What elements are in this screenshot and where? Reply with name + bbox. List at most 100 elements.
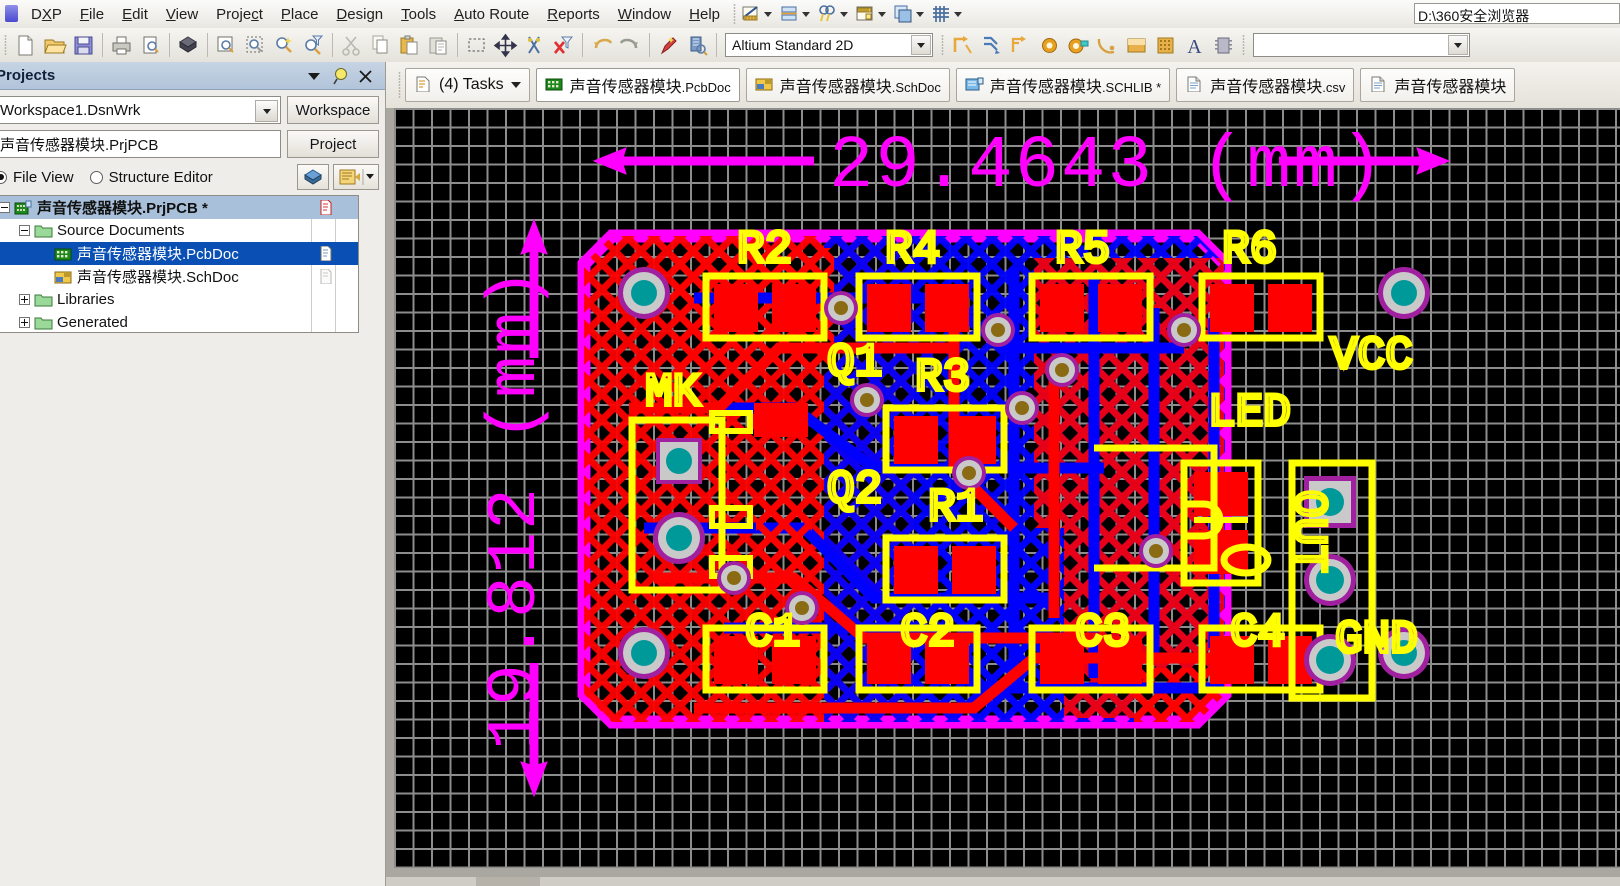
designator-LED[interactable]: LED	[1206, 385, 1293, 441]
document-tab-3[interactable]: 声音传感器模块.SCHLIB *	[955, 68, 1171, 102]
document-tab-1[interactable]: 声音传感器模块.PcbDoc	[535, 68, 740, 102]
place-via-icon[interactable]	[1065, 32, 1092, 59]
designator-MK[interactable]: MK	[643, 365, 703, 421]
document-tab-4[interactable]: 声音传感器模块.csv	[1176, 68, 1355, 102]
layer-stack-dropdown-arrow-icon[interactable]	[916, 11, 925, 17]
copy-icon[interactable]	[367, 32, 394, 59]
path-field[interactable]: D:\360安全浏览器	[1414, 3, 1620, 24]
designator-R6[interactable]: R6	[1220, 222, 1279, 278]
toolbar-grip[interactable]	[732, 3, 738, 25]
undo-icon[interactable]	[588, 32, 615, 59]
board-3d-icon[interactable]	[175, 32, 202, 59]
menu-item-design[interactable]: Design	[327, 3, 392, 26]
align-dropdown-arrow-icon[interactable]	[802, 11, 811, 17]
measure-icon[interactable]	[740, 3, 762, 25]
dropdown-arrow-icon[interactable]	[303, 66, 325, 86]
menu-item-help[interactable]: Help	[680, 3, 729, 26]
new-document-icon[interactable]	[12, 32, 39, 59]
measure-dropdown-arrow-icon[interactable]	[764, 11, 773, 17]
place-string-icon[interactable]: A	[1181, 32, 1208, 59]
grid-dropdown-arrow-icon[interactable]	[954, 11, 963, 17]
tree-node-0[interactable]: 声音传感器模块.PrjPCB *	[0, 196, 358, 219]
print-preview-icon[interactable]	[137, 32, 164, 59]
designator-R2[interactable]: R2	[735, 222, 794, 278]
deselect-icon[interactable]	[521, 32, 548, 59]
place-polygon-icon[interactable]	[1152, 32, 1179, 59]
menu-item-auto-route[interactable]: Auto Route	[445, 3, 538, 26]
designator-OUT[interactable]: OUT	[1280, 488, 1336, 575]
tree-node-4[interactable]: Libraries	[0, 288, 358, 311]
layer-combo-grip[interactable]	[1241, 34, 1246, 56]
horizontal-scrollbar-thumb[interactable]	[476, 877, 540, 886]
menu-item-file[interactable]: File	[71, 3, 113, 26]
expand-icon[interactable]	[19, 294, 30, 305]
place-arc-icon[interactable]	[1094, 32, 1121, 59]
menu-item-edit[interactable]: Edit	[113, 3, 157, 26]
designator-C2[interactable]: C2	[898, 605, 957, 661]
browse-component-icon[interactable]	[684, 32, 711, 59]
menu-item-reports[interactable]: Reports	[538, 3, 609, 26]
save-icon[interactable]	[70, 32, 97, 59]
select-area-icon[interactable]	[463, 32, 490, 59]
cut-icon[interactable]	[338, 32, 365, 59]
tree-node-2[interactable]: 声音传感器模块.PcbDoc	[0, 242, 358, 265]
designator-C1[interactable]: C1	[743, 605, 802, 661]
find-similar-icon[interactable]	[816, 3, 838, 25]
collapse-icon[interactable]	[0, 202, 10, 213]
project-tree[interactable]: 声音传感器模块.PrjPCB * Source Documents 声音传感器模块.…	[0, 195, 359, 333]
pcb-canvas[interactable]: 29.4643 (mm) 19.812 (mm) R2 R4 R5 R6 Q1 …	[394, 108, 1620, 868]
clear-filter-icon[interactable]	[550, 32, 577, 59]
menu-item-window[interactable]: Window	[609, 3, 680, 26]
tree-node-3[interactable]: 声音传感器模块.SchDoc	[0, 265, 358, 288]
designator-R5[interactable]: R5	[1053, 222, 1112, 278]
tree-node-5[interactable]: Generated	[0, 311, 358, 334]
layer-stack-icon[interactable]	[892, 3, 914, 25]
workspace-button[interactable]: Workspace	[287, 96, 379, 124]
place-fill-icon[interactable]	[1123, 32, 1150, 59]
designator-R4[interactable]: R4	[883, 222, 942, 278]
designator-C4[interactable]: C4	[1228, 605, 1287, 661]
workspace-field[interactable]: Workspace1.DsnWrk	[0, 96, 281, 124]
align-icon[interactable]	[778, 3, 800, 25]
place-pad-icon[interactable]	[1036, 32, 1063, 59]
view-configuration-dropdown-arrow-icon[interactable]	[911, 35, 931, 55]
designator-GND[interactable]: GND	[1333, 612, 1420, 668]
collapse-icon[interactable]	[19, 225, 30, 236]
document-tab-2[interactable]: 声音传感器模块.SchDoc	[745, 68, 950, 102]
menu-item-view[interactable]: View	[157, 3, 207, 26]
print-icon[interactable]	[108, 32, 135, 59]
designator-Q1[interactable]: Q1	[825, 335, 884, 391]
open-report-icon[interactable]	[333, 164, 379, 190]
horizontal-scrollbar[interactable]	[386, 877, 1620, 886]
menu-item-dxp[interactable]: DXP	[22, 3, 71, 26]
designator-R1[interactable]: R1	[926, 480, 985, 536]
pcb-design[interactable]: 29.4643 (mm) 19.812 (mm) R2 R4 R5 R6Q1 R…	[394, 108, 1620, 868]
designator-Q2[interactable]: Q2	[825, 462, 884, 518]
move-icon[interactable]	[492, 32, 519, 59]
menu-item-project[interactable]: Project	[207, 3, 272, 26]
radio-file-view[interactable]: File View	[0, 169, 74, 186]
zoom-area-icon[interactable]	[242, 32, 269, 59]
tab-bar-grip[interactable]	[397, 71, 402, 99]
find-similar-dropdown-arrow-icon[interactable]	[840, 11, 849, 17]
radio-structure-editor[interactable]: Structure Editor	[89, 169, 213, 186]
designator-R3[interactable]: R3	[913, 350, 972, 406]
place-toolbar-grip[interactable]	[940, 34, 945, 56]
zoom-icon[interactable]	[213, 32, 240, 59]
project-field[interactable]: 声音传感器模块.PrjPCB	[0, 130, 281, 158]
tree-node-1[interactable]: Source Documents	[0, 219, 358, 242]
redo-icon[interactable]	[617, 32, 644, 59]
place-component-icon[interactable]	[1210, 32, 1237, 59]
document-tab-0[interactable]: (4) Tasks	[405, 68, 530, 102]
menu-item-tools[interactable]: Tools	[392, 3, 445, 26]
expand-icon[interactable]	[19, 317, 30, 328]
paste-special-icon[interactable]	[425, 32, 452, 59]
zoom-filter-icon[interactable]	[300, 32, 327, 59]
project-button[interactable]: Project	[287, 130, 379, 158]
zoom-selected-icon[interactable]	[271, 32, 298, 59]
layer-combo-dropdown-arrow-icon[interactable]	[1448, 35, 1468, 55]
board-options-icon[interactable]	[854, 3, 876, 25]
paste-icon[interactable]	[396, 32, 423, 59]
document-tab-5[interactable]: 声音传感器模块	[1360, 68, 1516, 102]
place-multiple-traces-icon[interactable]	[1007, 32, 1034, 59]
